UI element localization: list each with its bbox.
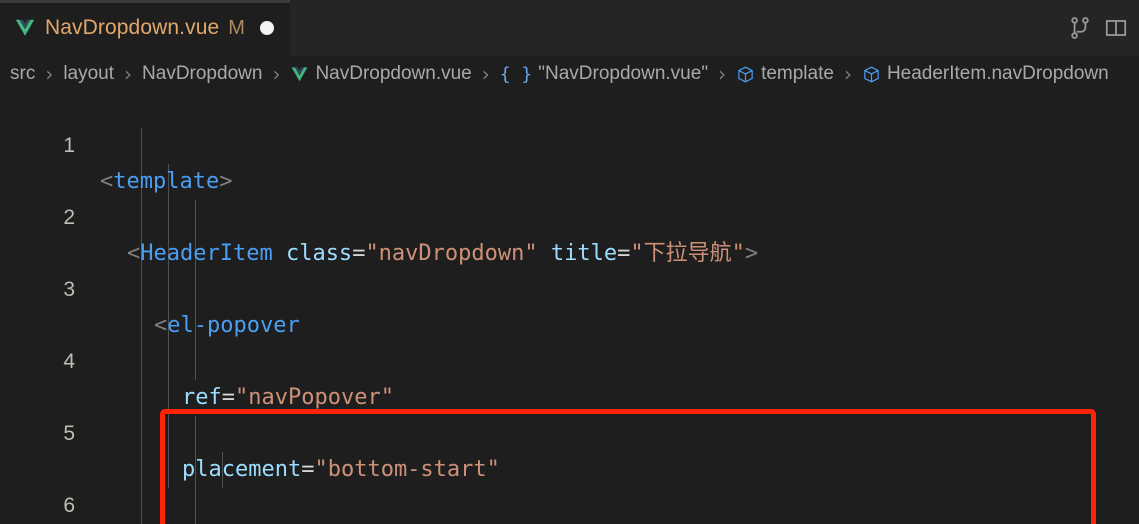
split-diff-icon[interactable] (1067, 15, 1093, 41)
indent-guide (195, 200, 196, 380)
breadcrumb-separator: › (843, 62, 852, 86)
editor-tab-bar: NavDropdown.vue M (0, 0, 1139, 56)
code-line[interactable]: 3 <el-popover (0, 236, 1139, 338)
breadcrumb-item-module[interactable]: { } "NavDropdown.vue" (498, 63, 710, 85)
tab-filename: NavDropdown.vue (45, 16, 220, 39)
breadcrumb-separator: › (272, 62, 281, 86)
line-number: 6 (63, 494, 75, 517)
breadcrumb: src › layout › NavDropdown › NavDropdown… (0, 56, 1139, 92)
vue-icon (14, 17, 36, 39)
breadcrumb-separator: › (124, 62, 133, 86)
tab-git-status: M (228, 16, 245, 39)
cube-icon (862, 65, 881, 84)
line-number: 3 (63, 278, 75, 301)
split-editor-icon[interactable] (1103, 15, 1129, 41)
breadcrumb-item-template[interactable]: template (734, 63, 836, 85)
line-number: 2 (63, 206, 75, 229)
breadcrumb-item-headeritem[interactable]: HeaderItem.navDropdown (860, 63, 1111, 85)
line-number: 5 (63, 422, 75, 445)
tab-bar-empty-space (289, 0, 1067, 56)
cube-icon (736, 65, 755, 84)
code-line[interactable]: 5 placement="bottom-start" (0, 380, 1139, 482)
breadcrumb-item-navdropdown[interactable]: NavDropdown (140, 63, 264, 85)
code-editor[interactable]: 1 <template> 2 <HeaderItem class="navDro… (0, 92, 1139, 524)
unsaved-dot-icon[interactable] (259, 21, 274, 35)
code-line[interactable]: 4 ref="navPopover" (0, 308, 1139, 410)
line-number: 1 (63, 134, 75, 157)
vue-icon (290, 65, 309, 84)
braces-icon: { } (499, 63, 533, 85)
line-number: 4 (63, 350, 75, 373)
code-line[interactable]: 2 <HeaderItem class="navDropdown" title=… (0, 164, 1139, 266)
breadcrumb-item-navdropdown-vue[interactable]: NavDropdown.vue (288, 63, 473, 85)
breadcrumb-item-layout[interactable]: layout (61, 63, 116, 85)
breadcrumb-separator: › (718, 62, 727, 86)
breadcrumb-separator: › (45, 62, 54, 86)
tab-navdropdown-vue[interactable]: NavDropdown.vue M (0, 0, 290, 56)
code-line[interactable]: 6 trigger="hover" (0, 452, 1139, 517)
editor-actions (1067, 0, 1139, 56)
breadcrumb-separator: › (481, 62, 490, 86)
code-line[interactable]: 1 <template> (0, 92, 1139, 194)
breadcrumb-item-src[interactable]: src (8, 63, 37, 85)
